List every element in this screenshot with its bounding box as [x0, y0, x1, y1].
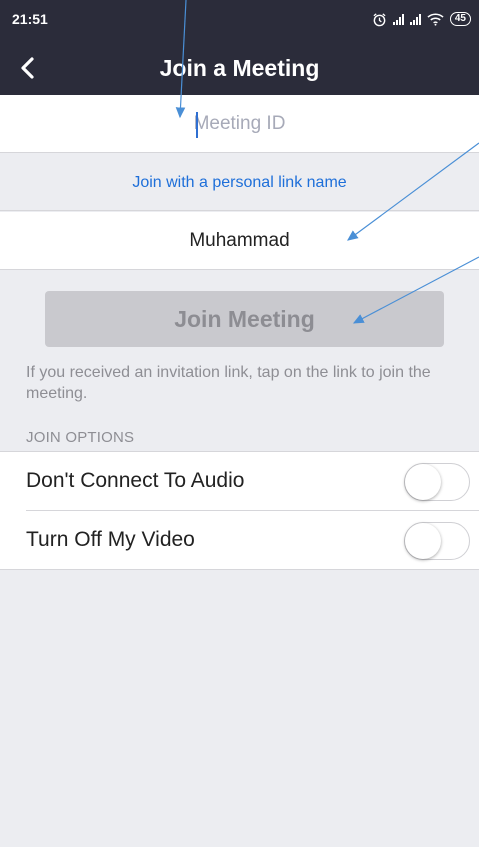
alarm-icon [373, 12, 386, 26]
option-label: Turn Off My Video [26, 528, 195, 551]
personal-link-name-link[interactable]: Join with a personal link name [0, 154, 479, 211]
toggle-knob [405, 464, 441, 500]
option-dont-connect-audio: Don't Connect To Audio [0, 452, 479, 511]
option-label: Don't Connect To Audio [26, 469, 245, 492]
meeting-id-input[interactable] [0, 95, 479, 152]
status-icons: 45 [372, 11, 471, 27]
app-bar: Join a Meeting [0, 40, 479, 95]
join-meeting-button[interactable]: Join Meeting [45, 291, 444, 347]
join-options-list: Don't Connect To Audio Turn Off My Video [0, 451, 479, 570]
battery-icon: 45 [449, 12, 471, 26]
audio-toggle[interactable] [404, 463, 470, 501]
signal-icon [392, 13, 404, 25]
text-cursor [196, 112, 198, 138]
invitation-hint: If you received an invitation link, tap … [26, 364, 431, 402]
signal-icon [409, 13, 421, 25]
video-toggle[interactable] [404, 522, 470, 560]
status-time: 21:51 [12, 11, 48, 27]
display-name-field[interactable]: Muhammad [0, 212, 479, 270]
page-title: Join a Meeting [159, 55, 320, 81]
wifi-icon [427, 13, 444, 26]
join-options-header: JOIN OPTIONS [26, 429, 135, 446]
option-turn-off-video: Turn Off My Video [0, 511, 479, 570]
toggle-knob [405, 523, 441, 559]
meeting-id-row [0, 95, 479, 153]
status-bar: 21:51 45 [0, 0, 479, 40]
